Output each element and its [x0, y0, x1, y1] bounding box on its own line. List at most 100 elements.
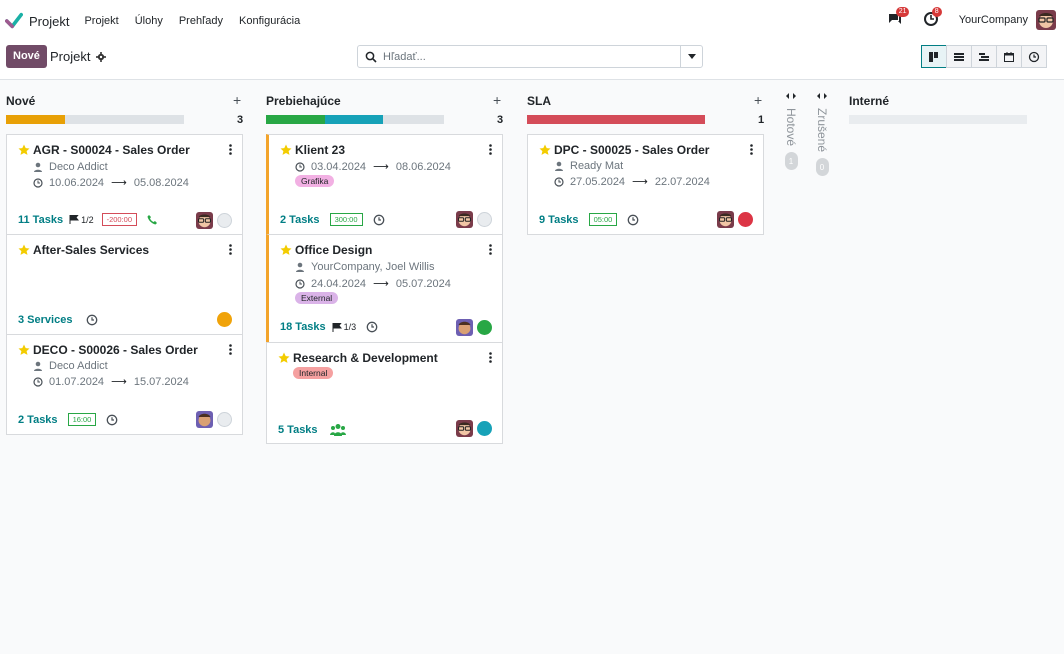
- kebab-menu-icon[interactable]: [229, 144, 232, 155]
- activity-view-button[interactable]: [1021, 45, 1047, 68]
- project-card[interactable]: DPC - S00025 - Sales Order Ready Mat 27.…: [527, 134, 764, 235]
- star-icon[interactable]: [18, 244, 30, 256]
- tasks-link[interactable]: 18 Tasks: [280, 321, 326, 333]
- list-view-button[interactable]: [946, 45, 972, 68]
- status-indicator[interactable]: [217, 213, 232, 228]
- card-customer: Deco Addict: [33, 161, 108, 173]
- column-progressbar[interactable]: [527, 115, 705, 124]
- kebab-menu-icon[interactable]: [750, 144, 753, 155]
- star-icon[interactable]: [280, 244, 292, 256]
- phone-icon[interactable]: [147, 214, 158, 225]
- user-avatar[interactable]: [196, 411, 213, 428]
- calendar-view-button[interactable]: [996, 45, 1022, 68]
- messages-button[interactable]: 21: [887, 7, 910, 29]
- company-switcher[interactable]: YourCompany: [959, 14, 1028, 26]
- clock-icon: [295, 161, 305, 172]
- tasks-link[interactable]: 2 Tasks: [280, 214, 320, 226]
- breadcrumb-current: Projekt: [50, 49, 91, 64]
- user-avatar[interactable]: [456, 420, 473, 437]
- column-add-button[interactable]: +: [233, 92, 241, 108]
- arrow-right-icon: ⟶: [111, 376, 127, 388]
- project-card[interactable]: After-Sales Services 3 Services: [6, 234, 243, 335]
- column-progressbar[interactable]: [266, 115, 444, 124]
- clock-icon[interactable]: [373, 214, 385, 226]
- star-icon[interactable]: [278, 352, 290, 364]
- tasks-link[interactable]: 3 Services: [18, 314, 72, 326]
- progress-segment-orange[interactable]: [6, 115, 65, 124]
- status-indicator[interactable]: [477, 212, 492, 227]
- card-footer: 11 Tasks 1/2 -200:00: [18, 213, 158, 226]
- kanban-view-button[interactable]: [921, 45, 947, 68]
- time-remaining: -200:00: [101, 213, 138, 226]
- users-icon[interactable]: [329, 423, 346, 436]
- card-footer: 18 Tasks 1/3: [280, 321, 378, 333]
- activities-button[interactable]: 8: [923, 7, 942, 29]
- menu-item-ulohy[interactable]: Úlohy: [135, 15, 163, 27]
- clock-icon: [295, 278, 305, 289]
- folded-column-hotove[interactable]: Hotové 1: [781, 92, 801, 171]
- project-card[interactable]: Office Design YourCompany, Joel Willis 2…: [266, 234, 503, 343]
- kebab-menu-icon[interactable]: [489, 244, 492, 255]
- star-icon[interactable]: [18, 344, 30, 356]
- user-avatar[interactable]: [456, 211, 473, 228]
- clock-icon: [33, 376, 43, 387]
- star-icon[interactable]: [539, 144, 551, 156]
- gantt-icon: [979, 52, 989, 61]
- kebab-menu-icon[interactable]: [489, 352, 492, 363]
- star-icon[interactable]: [18, 144, 30, 156]
- new-button[interactable]: Nové: [6, 45, 47, 68]
- kanban-column-interne: Interné: [849, 80, 1029, 130]
- status-indicator[interactable]: [477, 421, 492, 436]
- column-progressbar[interactable]: [6, 115, 184, 124]
- kebab-menu-icon[interactable]: [229, 244, 232, 255]
- status-indicator[interactable]: [217, 412, 232, 427]
- clock-icon[interactable]: [627, 214, 639, 226]
- progress-segment-red[interactable]: [527, 115, 705, 124]
- project-card[interactable]: Klient 23 03.04.2024 ⟶ 08.06.2024 Grafik…: [266, 134, 503, 235]
- tag-badge: Internal: [293, 367, 334, 379]
- user-avatar[interactable]: [456, 319, 473, 336]
- menu-item-konfiguracia[interactable]: Konfigurácia: [239, 15, 300, 27]
- column-title: Nové: [6, 94, 36, 108]
- user-avatar[interactable]: [717, 211, 734, 228]
- star-icon[interactable]: [280, 144, 292, 156]
- project-card[interactable]: DECO - S00026 - Sales Order Deco Addict …: [6, 334, 243, 435]
- tasks-link[interactable]: 5 Tasks: [278, 424, 318, 436]
- kanban-icon: [929, 51, 938, 62]
- status-indicator[interactable]: [477, 320, 492, 335]
- menu-item-prehlady[interactable]: Prehľady: [179, 15, 223, 27]
- column-add-button[interactable]: +: [754, 92, 762, 108]
- search-input[interactable]: [383, 50, 673, 63]
- status-indicator[interactable]: [738, 212, 753, 227]
- gear-icon[interactable]: [96, 51, 107, 62]
- menu-item-projekt[interactable]: Projekt: [84, 15, 118, 27]
- clock-icon[interactable]: [86, 314, 98, 326]
- clock-icon[interactable]: [106, 414, 118, 426]
- column-add-button[interactable]: +: [493, 92, 501, 108]
- clock-icon[interactable]: [366, 321, 378, 333]
- card-title-text: DPC - S00025 - Sales Order: [554, 143, 710, 157]
- progress-segment-grey: [383, 115, 444, 124]
- gantt-view-button[interactable]: [971, 45, 997, 68]
- folded-column-zrusene[interactable]: Zrušené 0: [812, 92, 832, 177]
- progress-segment-teal[interactable]: [324, 115, 384, 124]
- user-avatar[interactable]: [196, 212, 213, 229]
- progress-segment-green[interactable]: [266, 115, 325, 124]
- kebab-menu-icon[interactable]: [229, 344, 232, 355]
- card-footer: 2 Tasks 16:00: [18, 413, 118, 426]
- card-footer: 2 Tasks 300:00: [280, 213, 385, 226]
- card-title-text: Research & Development: [293, 351, 438, 365]
- card-footer-right: [196, 212, 232, 229]
- app-brand[interactable]: Projekt: [5, 12, 69, 30]
- expand-arrows-icon[interactable]: [817, 92, 827, 100]
- expand-arrows-icon[interactable]: [786, 92, 796, 100]
- tasks-link[interactable]: 2 Tasks: [18, 414, 58, 426]
- user-avatar[interactable]: [1036, 10, 1056, 30]
- project-card[interactable]: Research & Development Internal 5 Tasks: [266, 342, 503, 444]
- project-card[interactable]: AGR - S00024 - Sales Order Deco Addict 1…: [6, 134, 243, 235]
- status-indicator[interactable]: [217, 312, 232, 327]
- kebab-menu-icon[interactable]: [489, 144, 492, 155]
- search-options-toggle[interactable]: [680, 46, 702, 67]
- tasks-link[interactable]: 9 Tasks: [539, 214, 579, 226]
- tasks-link[interactable]: 11 Tasks: [18, 214, 63, 226]
